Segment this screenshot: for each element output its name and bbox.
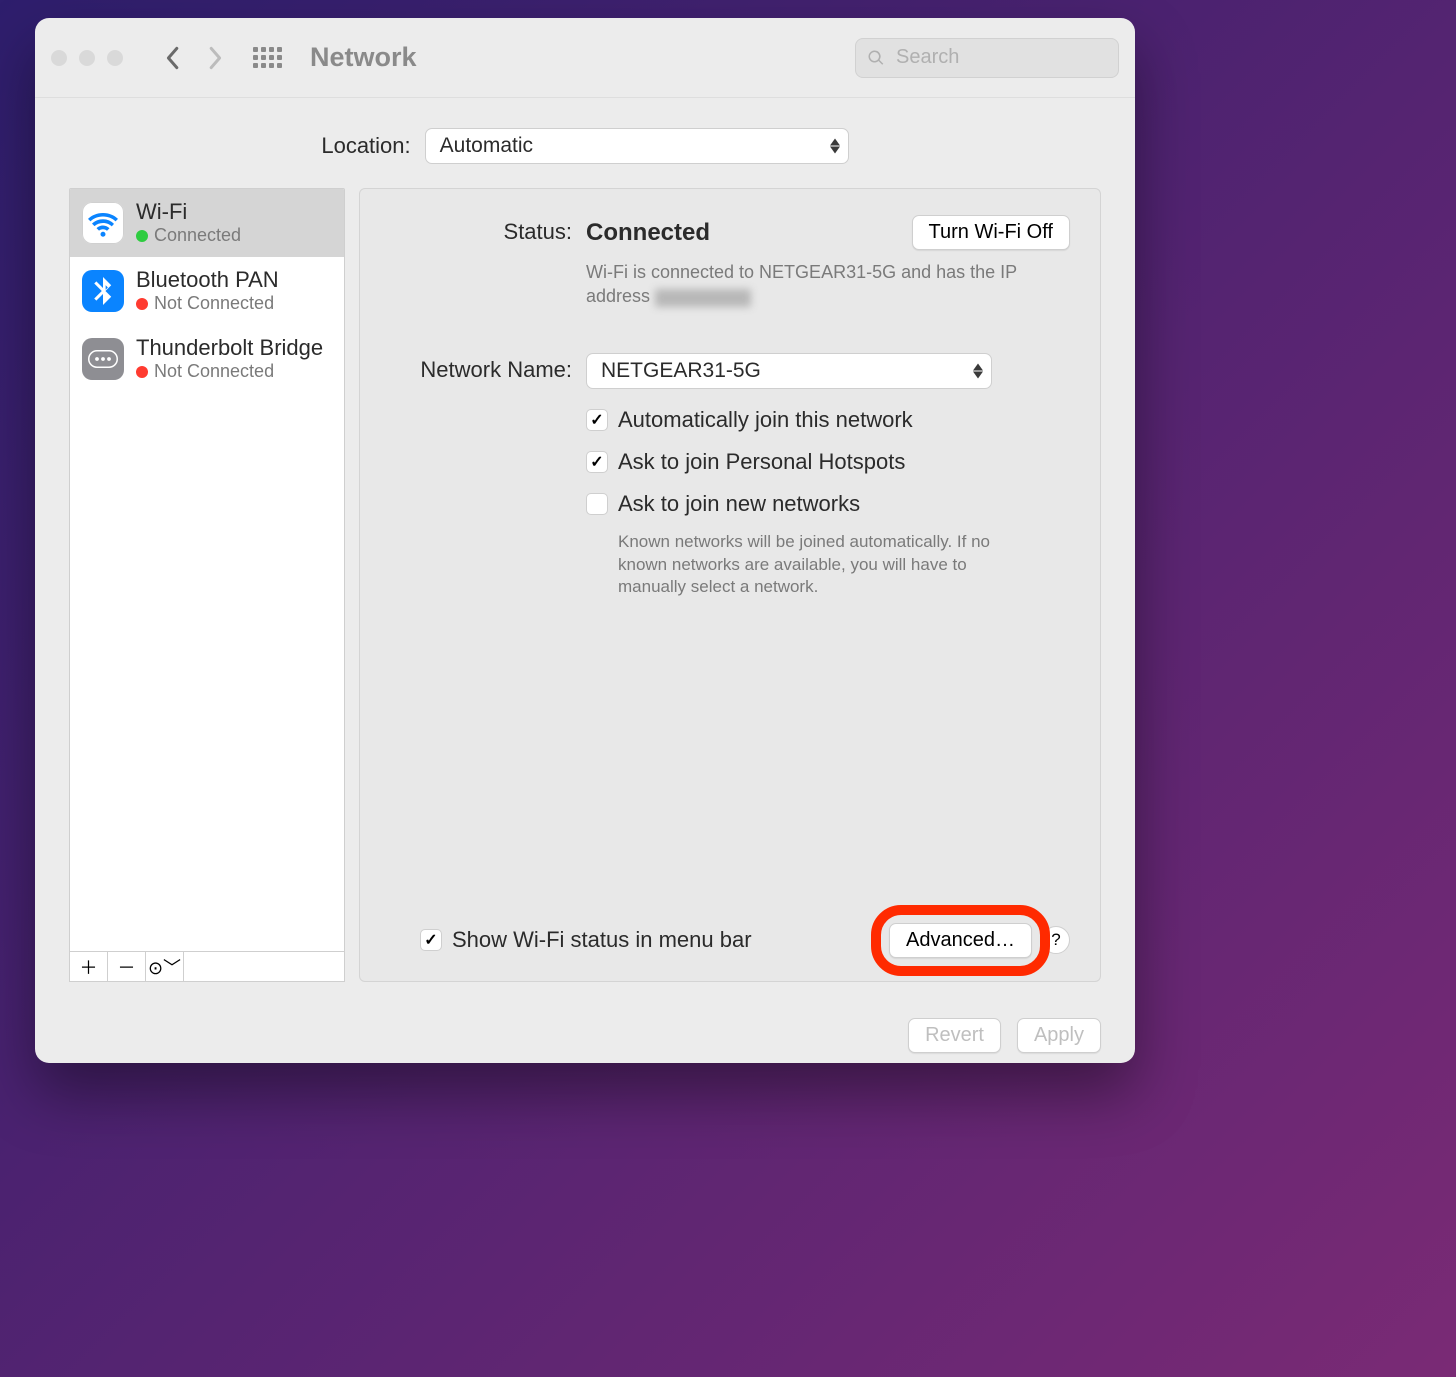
ask-hotspot-checkbox-row[interactable]: Ask to join Personal Hotspots — [586, 443, 1070, 481]
search-input[interactable] — [855, 38, 1119, 78]
service-text: Wi-Fi Connected — [136, 199, 241, 247]
status-value: Connected — [586, 219, 710, 247]
revert-button[interactable]: Revert — [908, 1018, 1001, 1053]
sidebar-item-wifi[interactable]: Wi-Fi Connected — [70, 189, 344, 257]
checkbox-icon — [420, 929, 442, 951]
checkbox-label: Show Wi-Fi status in menu bar — [452, 927, 752, 953]
chevron-right-icon — [208, 46, 224, 70]
checkbox-icon — [586, 451, 608, 473]
status-description: Wi-Fi is connected to NETGEAR31-5G and h… — [586, 260, 1070, 309]
sidebar-item-thunderbolt-bridge[interactable]: Thunderbolt Bridge Not Connected — [70, 325, 344, 393]
checkbox-icon — [586, 493, 608, 515]
status-label: Status: — [390, 215, 586, 245]
checkbox-label: Ask to join new networks — [618, 491, 860, 517]
status-dot-icon — [136, 366, 148, 378]
updown-icon — [830, 139, 840, 154]
redacted-ip — [655, 289, 751, 307]
window-footer: Revert Apply — [35, 1000, 1135, 1063]
show-all-button[interactable] — [253, 47, 282, 68]
search-icon — [867, 49, 885, 67]
location-select[interactable]: Automatic — [425, 128, 849, 164]
status-dot-icon — [136, 230, 148, 242]
add-service-button[interactable]: ＋ — [70, 952, 108, 981]
services-sidebar: Wi-Fi Connected Bluetooth PAN — [69, 188, 345, 982]
location-label: Location: — [321, 133, 410, 159]
help-button[interactable]: ? — [1042, 926, 1070, 954]
toolbar: Network — [35, 18, 1135, 98]
services-list-footer: ＋ － ⊙﹀ — [69, 952, 345, 982]
remove-service-button[interactable]: － — [108, 952, 146, 981]
service-status: Connected — [136, 225, 241, 247]
service-actions-button[interactable]: ⊙﹀ — [146, 952, 184, 981]
advanced-button[interactable]: Advanced… — [889, 923, 1032, 958]
checkbox-group: Automatically join this network Ask to j… — [390, 395, 1070, 606]
close-window-button[interactable] — [51, 50, 67, 66]
zoom-window-button[interactable] — [107, 50, 123, 66]
services-list: Wi-Fi Connected Bluetooth PAN — [69, 188, 345, 952]
details-footer: Show Wi-Fi status in menu bar Advanced… … — [390, 921, 1070, 959]
bluetooth-icon — [82, 270, 124, 312]
service-text: Thunderbolt Bridge Not Connected — [136, 335, 323, 383]
network-preferences-window: Network Location: Automatic — [35, 18, 1135, 1063]
checkbox-label: Ask to join Personal Hotspots — [618, 449, 905, 475]
service-name: Wi-Fi — [136, 199, 241, 225]
minimize-window-button[interactable] — [79, 50, 95, 66]
network-name-value: NETGEAR31-5G — [601, 359, 761, 383]
ask-new-networks-checkbox-row[interactable]: Ask to join new networks — [586, 485, 1070, 523]
auto-join-checkbox-row[interactable]: Automatically join this network — [586, 401, 1070, 439]
window-title: Network — [310, 42, 417, 73]
thunderbolt-bridge-icon — [82, 338, 124, 380]
network-name-select[interactable]: NETGEAR31-5G — [586, 353, 992, 389]
apply-button[interactable]: Apply — [1017, 1018, 1101, 1053]
status-row: Status: Connected Turn Wi-Fi Off Wi-Fi i… — [390, 209, 1070, 315]
service-status: Not Connected — [136, 293, 279, 315]
minus-icon: － — [118, 954, 136, 980]
search-field-wrap — [855, 38, 1119, 78]
location-row: Location: Automatic — [35, 98, 1135, 188]
checkbox-label: Automatically join this network — [618, 407, 913, 433]
service-status: Not Connected — [136, 361, 323, 383]
help-text: Known networks will be joined automatica… — [586, 531, 1070, 600]
content-area: Wi-Fi Connected Bluetooth PAN — [35, 188, 1135, 1000]
plus-icon: ＋ — [80, 954, 98, 980]
service-text: Bluetooth PAN Not Connected — [136, 267, 279, 315]
details-panel: Status: Connected Turn Wi-Fi Off Wi-Fi i… — [359, 188, 1101, 982]
wifi-icon — [82, 202, 124, 244]
location-value: Automatic — [440, 134, 533, 158]
network-name-label: Network Name: — [390, 353, 586, 383]
gear-dropdown-icon: ⊙﹀ — [148, 954, 181, 980]
status-dot-icon — [136, 298, 148, 310]
sidebar-item-bluetooth-pan[interactable]: Bluetooth PAN Not Connected — [70, 257, 344, 325]
forward-button[interactable] — [201, 38, 231, 78]
network-name-row: Network Name: NETGEAR31-5G — [390, 347, 1070, 395]
toggle-wifi-button[interactable]: Turn Wi-Fi Off — [912, 215, 1070, 250]
checkbox-icon — [586, 409, 608, 431]
show-menu-bar-checkbox-row[interactable]: Show Wi-Fi status in menu bar — [390, 921, 752, 959]
window-controls — [51, 50, 123, 66]
chevron-left-icon — [164, 46, 180, 70]
back-button[interactable] — [157, 38, 187, 78]
service-name: Thunderbolt Bridge — [136, 335, 323, 361]
service-name: Bluetooth PAN — [136, 267, 279, 293]
updown-icon — [973, 363, 983, 378]
